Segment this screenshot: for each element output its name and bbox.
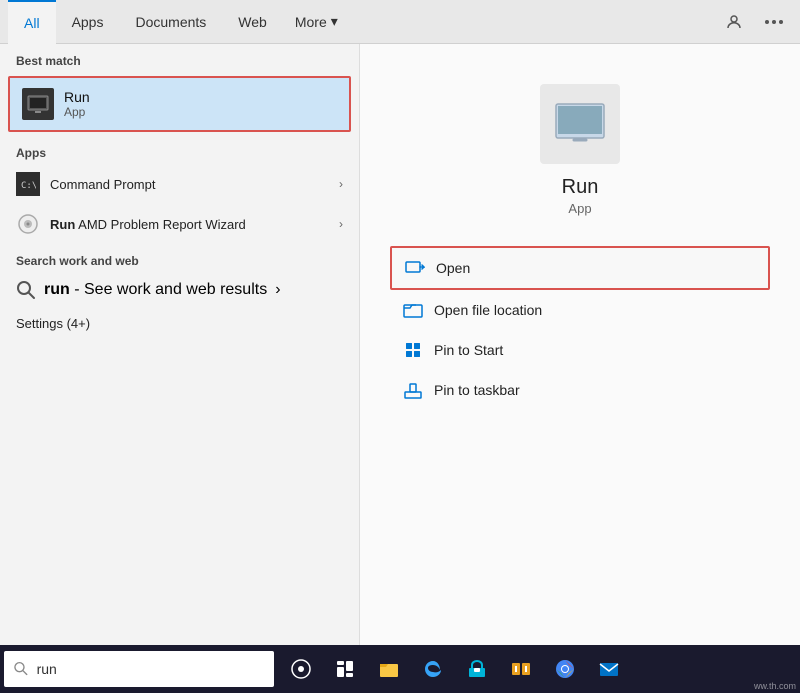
search-web-header: Search work and web bbox=[0, 244, 359, 272]
widgets-btn[interactable] bbox=[324, 648, 366, 690]
best-match-header: Best match bbox=[0, 44, 359, 72]
app-preview: Run App bbox=[380, 64, 780, 246]
taskbar-search-input[interactable] bbox=[37, 661, 264, 677]
tab-apps[interactable]: Apps bbox=[56, 0, 120, 44]
best-match-type: App bbox=[64, 105, 90, 119]
tab-bar-right bbox=[716, 4, 792, 40]
edge-btn[interactable] bbox=[412, 648, 454, 690]
tab-more-label: More bbox=[295, 14, 327, 30]
tab-documents[interactable]: Documents bbox=[119, 0, 222, 44]
watermark: ww.th.com bbox=[754, 681, 796, 691]
run-query-bold: run bbox=[44, 281, 70, 298]
tab-more[interactable]: More ▾ bbox=[283, 0, 350, 44]
open-icon bbox=[404, 257, 426, 279]
cmd-chevron: › bbox=[339, 177, 343, 191]
left-panel: Best match Run App Apps bbox=[0, 44, 360, 693]
tab-all[interactable]: All bbox=[8, 0, 56, 44]
taskbar: ww.th.com bbox=[0, 645, 800, 693]
search-web-suffix: - See work and web results bbox=[70, 281, 267, 298]
run-app-icon bbox=[22, 88, 54, 120]
run-bold: Run bbox=[50, 217, 75, 232]
action-pin-start-label: Pin to Start bbox=[434, 342, 503, 358]
search-web-label: run - See work and web results bbox=[44, 281, 267, 299]
amd-chevron: › bbox=[339, 217, 343, 231]
search-panel: All Apps Documents Web More ▾ bbox=[0, 0, 800, 693]
open-file-location-icon bbox=[402, 299, 424, 321]
tab-web[interactable]: Web bbox=[222, 0, 283, 44]
person-icon-btn[interactable] bbox=[716, 4, 752, 40]
apps-section-header: Apps bbox=[0, 136, 359, 164]
right-panel: Run App Open bbox=[360, 44, 800, 693]
best-match-text: Run App bbox=[64, 89, 90, 119]
file-explorer-btn[interactable] bbox=[368, 648, 410, 690]
cmd-label: Command Prompt bbox=[50, 177, 329, 192]
action-pin-start[interactable]: Pin to Start bbox=[390, 330, 770, 370]
pin-start-icon bbox=[402, 339, 424, 361]
run-preview-type: App bbox=[568, 201, 591, 216]
action-pin-taskbar-label: Pin to taskbar bbox=[434, 382, 520, 398]
list-item-amd[interactable]: Run AMD Problem Report Wizard › bbox=[0, 204, 359, 244]
search-web-icon bbox=[16, 280, 36, 300]
chevron-down-icon: ▾ bbox=[331, 13, 338, 30]
svg-text:C:\: C:\ bbox=[21, 181, 36, 190]
taskbar-search-box[interactable] bbox=[4, 651, 274, 687]
search-web-chevron: › bbox=[275, 281, 280, 299]
taskbar-search-icon bbox=[14, 661, 29, 677]
action-open[interactable]: Open bbox=[390, 246, 770, 290]
chrome-btn[interactable] bbox=[544, 648, 586, 690]
list-item-cmd[interactable]: C:\ Command Prompt › bbox=[0, 164, 359, 204]
amd-icon bbox=[16, 212, 40, 236]
pin-taskbar-icon bbox=[402, 379, 424, 401]
action-open-label: Open bbox=[436, 260, 470, 276]
more-options-icon-btn[interactable] bbox=[756, 4, 792, 40]
run-preview-name: Run bbox=[562, 176, 599, 199]
mail-btn[interactable] bbox=[588, 648, 630, 690]
action-pin-taskbar[interactable]: Pin to taskbar bbox=[390, 370, 770, 410]
settings-count[interactable]: Settings (4+) bbox=[0, 308, 359, 339]
search-web-item[interactable]: run - See work and web results › bbox=[0, 272, 359, 308]
action-open-file-location-label: Open file location bbox=[434, 302, 542, 318]
best-match-item[interactable]: Run App bbox=[8, 76, 351, 132]
cmd-icon: C:\ bbox=[16, 172, 40, 196]
tab-bar: All Apps Documents Web More ▾ bbox=[0, 0, 800, 44]
task-view-btn[interactable] bbox=[280, 648, 322, 690]
amd-label: Run AMD Problem Report Wizard bbox=[50, 217, 329, 232]
store-btn[interactable] bbox=[456, 648, 498, 690]
file-manager-btn[interactable] bbox=[500, 648, 542, 690]
action-list: Open Open file location bbox=[380, 246, 780, 410]
best-match-name: Run bbox=[64, 89, 90, 105]
run-preview-icon bbox=[540, 84, 620, 164]
content-area: Best match Run App Apps bbox=[0, 44, 800, 693]
action-open-file-location[interactable]: Open file location bbox=[390, 290, 770, 330]
